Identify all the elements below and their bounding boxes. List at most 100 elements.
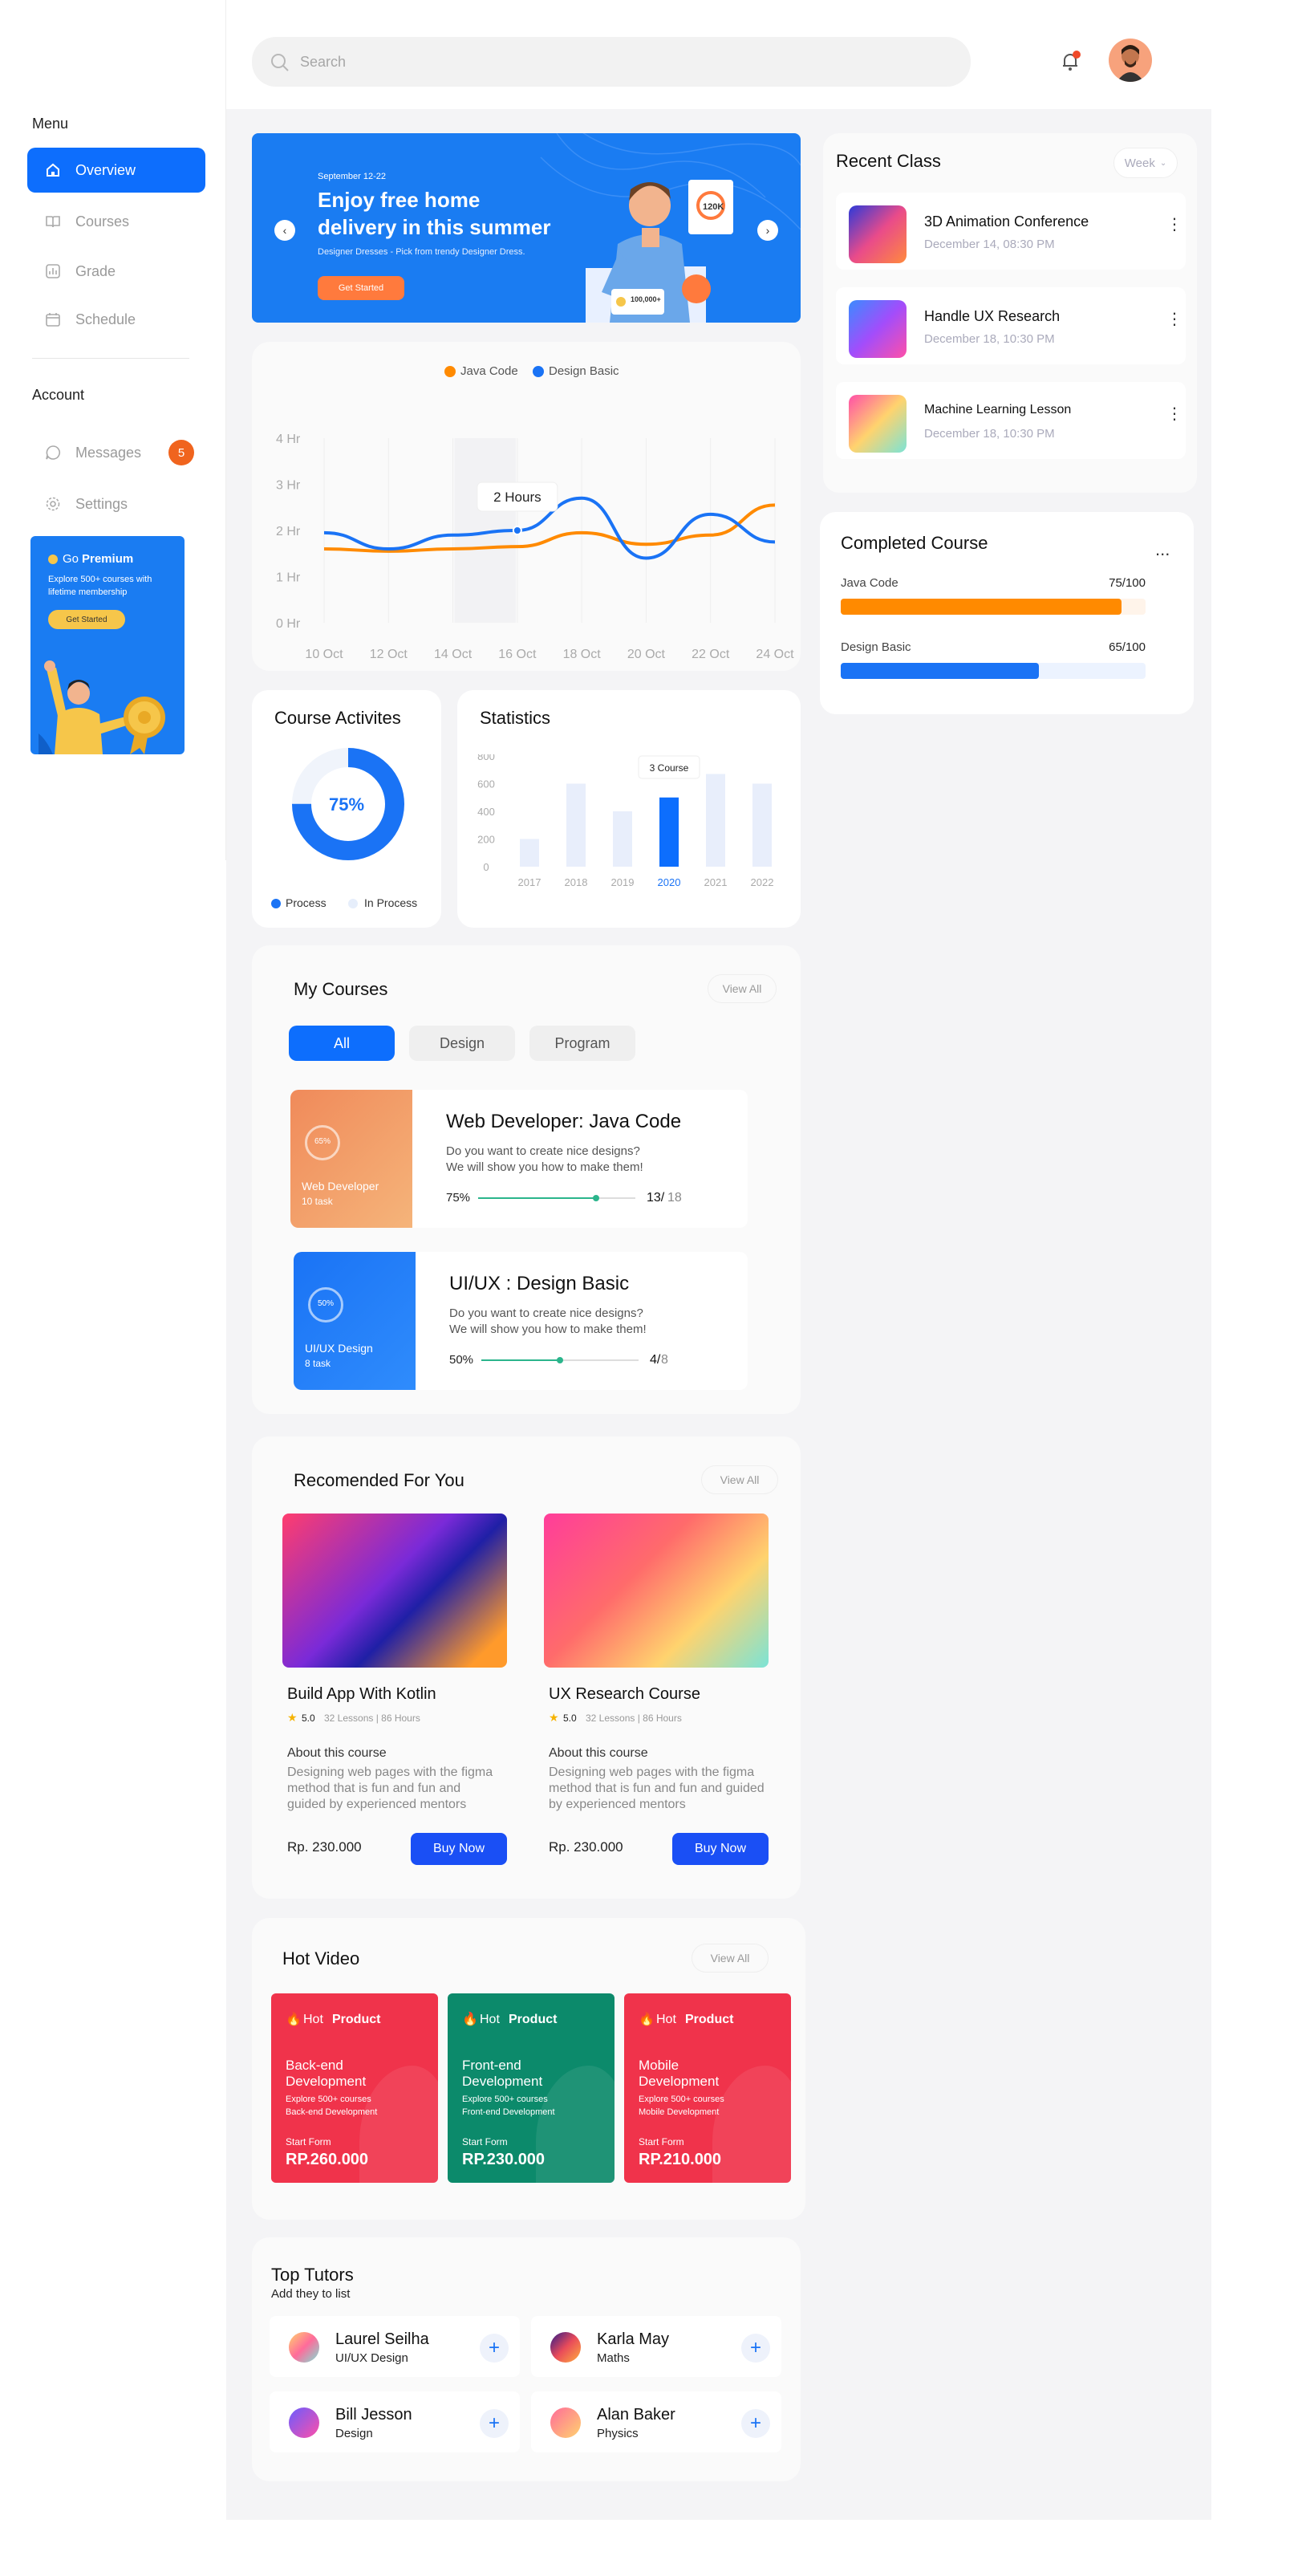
banner-prev-button[interactable]: ‹ xyxy=(274,220,295,241)
bar[interactable] xyxy=(520,839,539,867)
line-chart: 10 Oct 12 Oct 14 Oct 16 Oct 18 Oct 20 Oct 22 O… xyxy=(276,433,794,661)
banner-stat: 100,000+ xyxy=(631,295,661,303)
legend-dot-inprocess xyxy=(348,899,358,908)
course-meta: 32 Lessons | 86 Hours xyxy=(324,1713,420,1724)
premium-desc: lifetime membership xyxy=(48,587,128,597)
statistics-card: Statistics 0 200 400 600 800 2017 2018 2019 2020… xyxy=(457,690,801,928)
x-tick-label: 2020 xyxy=(658,876,681,888)
course-list-item[interactable]: 50% UI/UX Design 8 task UI/UX : Design Basi… xyxy=(294,1252,748,1390)
tab-program[interactable]: Program xyxy=(529,1026,635,1061)
tutors-subtitle: Add they to list xyxy=(271,2287,351,2301)
more-vertical-icon[interactable]: ⋮ xyxy=(1166,217,1182,233)
bar[interactable] xyxy=(706,774,725,867)
sidebar-item-overview[interactable]: Overview xyxy=(27,148,205,193)
y-tick-label: 400 xyxy=(477,806,495,818)
thumb-percent: 65% xyxy=(314,1137,331,1146)
video-title: Development xyxy=(639,2074,720,2089)
about-title: About this course xyxy=(549,1746,648,1760)
tutor-item: Bill Jesson Design + xyxy=(270,2391,520,2452)
course-cover-image[interactable] xyxy=(544,1514,769,1668)
legend-dot-java xyxy=(444,366,456,377)
hot-video-view-all[interactable]: View All xyxy=(692,1944,769,1973)
tutor-name: Bill Jesson xyxy=(335,2406,412,2424)
y-tick-label: 2 Hr xyxy=(276,525,301,538)
legend-process: Process xyxy=(286,896,327,909)
hot-label: Hot xyxy=(480,2013,500,2026)
sidebar-item-grade[interactable]: Grade xyxy=(27,249,205,294)
recent-class-item[interactable]: 3D Animation Conference December 14, 08:3… xyxy=(836,193,1186,270)
course-cover-image[interactable] xyxy=(282,1514,507,1668)
my-courses-view-all[interactable]: View All xyxy=(708,974,777,1003)
add-tutor-button[interactable]: + xyxy=(741,2409,770,2438)
fire-icon: 🔥 xyxy=(639,2013,655,2026)
sidebar-item-label: Overview xyxy=(75,161,136,178)
add-tutor-button[interactable]: + xyxy=(480,2409,509,2438)
add-tutor-button[interactable]: + xyxy=(480,2334,509,2363)
sidebar-item-label: Courses xyxy=(75,213,130,230)
class-thumbnail xyxy=(849,205,907,263)
hot-video-title: Hot Video xyxy=(282,1948,360,1969)
more-vertical-icon[interactable]: ⋮ xyxy=(1166,406,1182,422)
bar[interactable] xyxy=(613,811,632,867)
premium-illustration xyxy=(39,660,165,754)
chart-icon xyxy=(46,264,60,278)
bar[interactable] xyxy=(659,797,679,867)
add-tutor-button[interactable]: + xyxy=(741,2334,770,2363)
x-tick-label: 2021 xyxy=(704,876,728,888)
home-icon xyxy=(47,163,59,177)
thumb-task: 10 task xyxy=(302,1196,333,1207)
hot-video-item[interactable]: 🔥 Hot Product Front-end Development Explore 5… xyxy=(448,1993,615,2183)
sidebar-item-settings[interactable]: Settings xyxy=(27,481,205,526)
sidebar-item-schedule[interactable]: Schedule xyxy=(27,297,205,342)
completed-value: 75/100 xyxy=(1109,576,1146,590)
course-total: 18 xyxy=(667,1191,682,1205)
tutor-item: Laurel Seilha UI/UX Design + xyxy=(270,2316,520,2377)
bar[interactable] xyxy=(566,783,586,867)
class-thumbnail xyxy=(849,395,907,453)
course-total: 8 xyxy=(661,1353,668,1367)
tab-design[interactable]: Design xyxy=(409,1026,515,1061)
tab-all[interactable]: All xyxy=(289,1026,395,1061)
hot-video-item[interactable]: 🔥 Hot Product Mobile Development Explore 500+… xyxy=(624,1993,791,2183)
bar[interactable] xyxy=(752,783,772,867)
banner-next-button[interactable]: › xyxy=(757,220,778,241)
course-rating: 5.0 xyxy=(563,1713,577,1724)
recent-class-item[interactable]: Machine Learning Lesson December 18, 10:3… xyxy=(836,382,1186,459)
chevron-down-icon: ⌄ xyxy=(1159,158,1167,168)
video-title: Front-end xyxy=(462,2058,521,2073)
course-desc: We will show you how to make them! xyxy=(446,1160,643,1174)
more-options-icon[interactable]: ... xyxy=(1155,539,1170,560)
video-desc: Mobile Development xyxy=(639,2107,720,2117)
recent-class-title: Recent Class xyxy=(836,151,941,171)
calendar-icon xyxy=(46,313,60,327)
recommended-view-all[interactable]: View All xyxy=(701,1465,778,1494)
premium-get-started-button[interactable]: Get Started xyxy=(48,610,125,629)
java-code-line xyxy=(323,503,776,553)
sidebar-item-courses[interactable]: Courses xyxy=(27,199,205,244)
search-input[interactable]: Search xyxy=(252,37,971,87)
buy-now-button[interactable]: Buy Now xyxy=(411,1833,507,1865)
video-desc: Back-end Development xyxy=(286,2107,378,2117)
buy-now-button[interactable]: Buy Now xyxy=(672,1833,769,1865)
tooltip-label: 3 Course xyxy=(650,762,689,774)
banner-get-started-button[interactable]: Get Started xyxy=(318,276,404,300)
more-vertical-icon[interactable]: ⋮ xyxy=(1166,311,1182,327)
class-date: December 18, 10:30 PM xyxy=(924,332,1055,346)
course-progress-fill xyxy=(478,1197,596,1199)
week-filter-dropdown[interactable]: Week ⌄ xyxy=(1113,148,1178,178)
course-desc: We will show you how to make them! xyxy=(449,1323,647,1336)
user-avatar[interactable] xyxy=(1109,39,1152,82)
recent-class-item[interactable]: Handle UX Research December 18, 10:30 PM ⋮ xyxy=(836,287,1186,364)
hot-video-item[interactable]: 🔥 Hot Product Back-end Development Explore 50… xyxy=(271,1993,438,2183)
course-price: Rp. 230.000 xyxy=(287,1839,362,1855)
completed-label: Design Basic xyxy=(841,640,911,654)
banner-subtitle: Designer Dresses - Pick from trendy Desi… xyxy=(318,247,525,257)
tutor-role: Design xyxy=(335,2427,373,2440)
video-desc: Explore 500+ courses xyxy=(462,2095,548,2104)
video-desc: Explore 500+ courses xyxy=(639,2095,724,2104)
tooltip-point xyxy=(512,526,522,535)
book-icon xyxy=(46,216,60,228)
course-title: Build App With Kotlin xyxy=(287,1685,436,1703)
course-list-item[interactable]: 65% Web Developer 10 task Web Developer: Ja… xyxy=(290,1090,748,1228)
notification-bell-icon[interactable] xyxy=(1057,48,1083,74)
